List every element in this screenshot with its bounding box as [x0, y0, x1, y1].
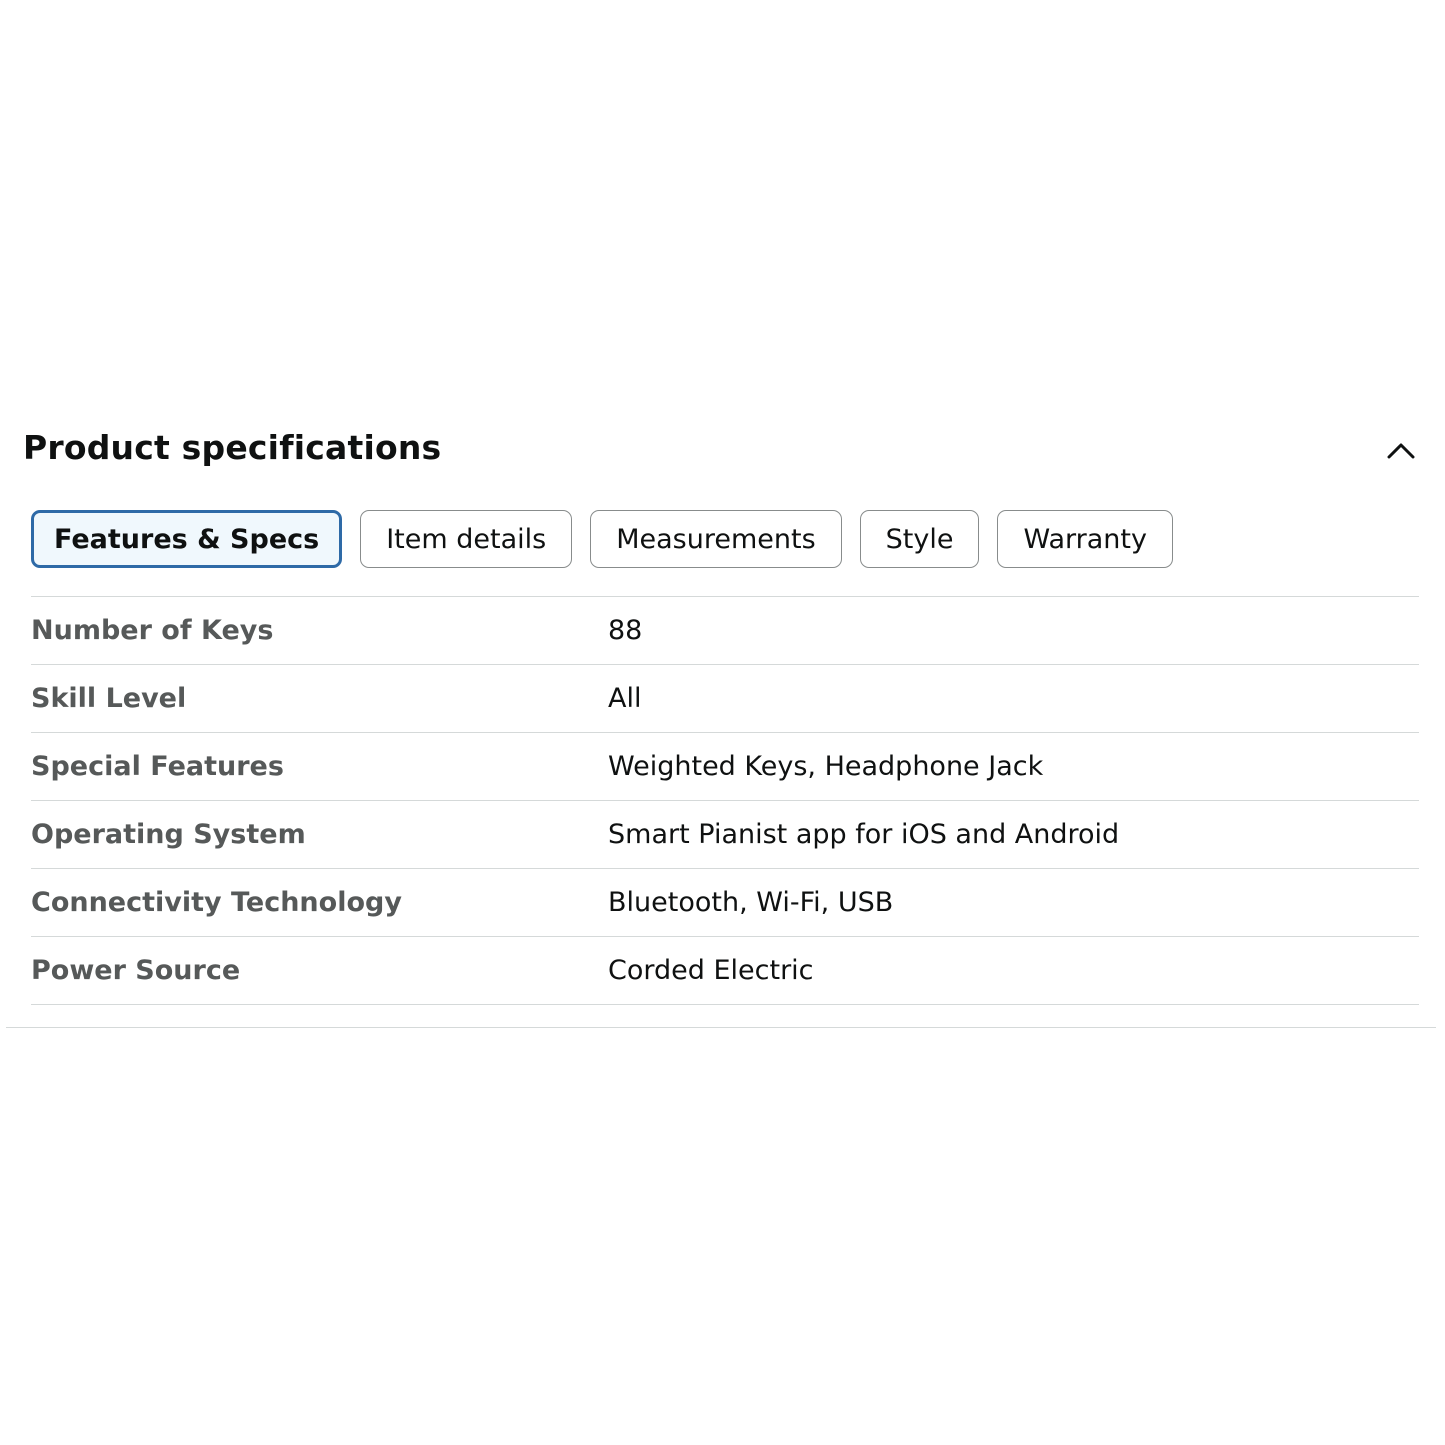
spec-label: Skill Level — [31, 683, 187, 714]
collapse-toggle-button[interactable] — [1378, 428, 1424, 474]
spec-label: Number of Keys — [31, 615, 274, 646]
spec-table: Number of Keys 88 Skill Level All Specia… — [31, 596, 1419, 1005]
spec-value: Bluetooth, Wi-Fi, USB — [608, 887, 894, 918]
spec-label: Operating System — [31, 819, 306, 850]
spec-tabs: Features & Specs Item details Measuremen… — [31, 510, 1173, 568]
spec-row: Power Source Corded Electric — [31, 937, 1419, 1005]
spec-row: Special Features Weighted Keys, Headphon… — [31, 733, 1419, 801]
spec-row: Skill Level All — [31, 665, 1419, 733]
section-title: Product specifications — [23, 428, 442, 467]
spec-label: Power Source — [31, 955, 241, 986]
chevron-up-icon — [1387, 443, 1415, 459]
tab-measurements[interactable]: Measurements — [590, 510, 842, 568]
tab-style[interactable]: Style — [859, 510, 980, 568]
spec-value: 88 — [608, 615, 643, 646]
product-specifications-section: Product specifications Features & Specs … — [0, 420, 1445, 1028]
section-divider — [6, 1027, 1436, 1028]
spec-value: Corded Electric — [608, 955, 814, 986]
tab-item-details[interactable]: Item details — [360, 510, 573, 568]
section-header[interactable]: Product specifications — [0, 420, 1445, 480]
spec-value: Smart Pianist app for iOS and Android — [608, 819, 1120, 850]
spec-row: Connectivity Technology Bluetooth, Wi-Fi… — [31, 869, 1419, 937]
spec-value: Weighted Keys, Headphone Jack — [608, 751, 1044, 782]
spec-label: Special Features — [31, 751, 284, 782]
spec-row: Operating System Smart Pianist app for i… — [31, 801, 1419, 869]
tab-features-specs[interactable]: Features & Specs — [31, 510, 343, 568]
spec-value: All — [608, 683, 642, 714]
spec-row: Number of Keys 88 — [31, 597, 1419, 665]
tab-warranty[interactable]: Warranty — [997, 510, 1173, 568]
spec-label: Connectivity Technology — [31, 887, 402, 918]
